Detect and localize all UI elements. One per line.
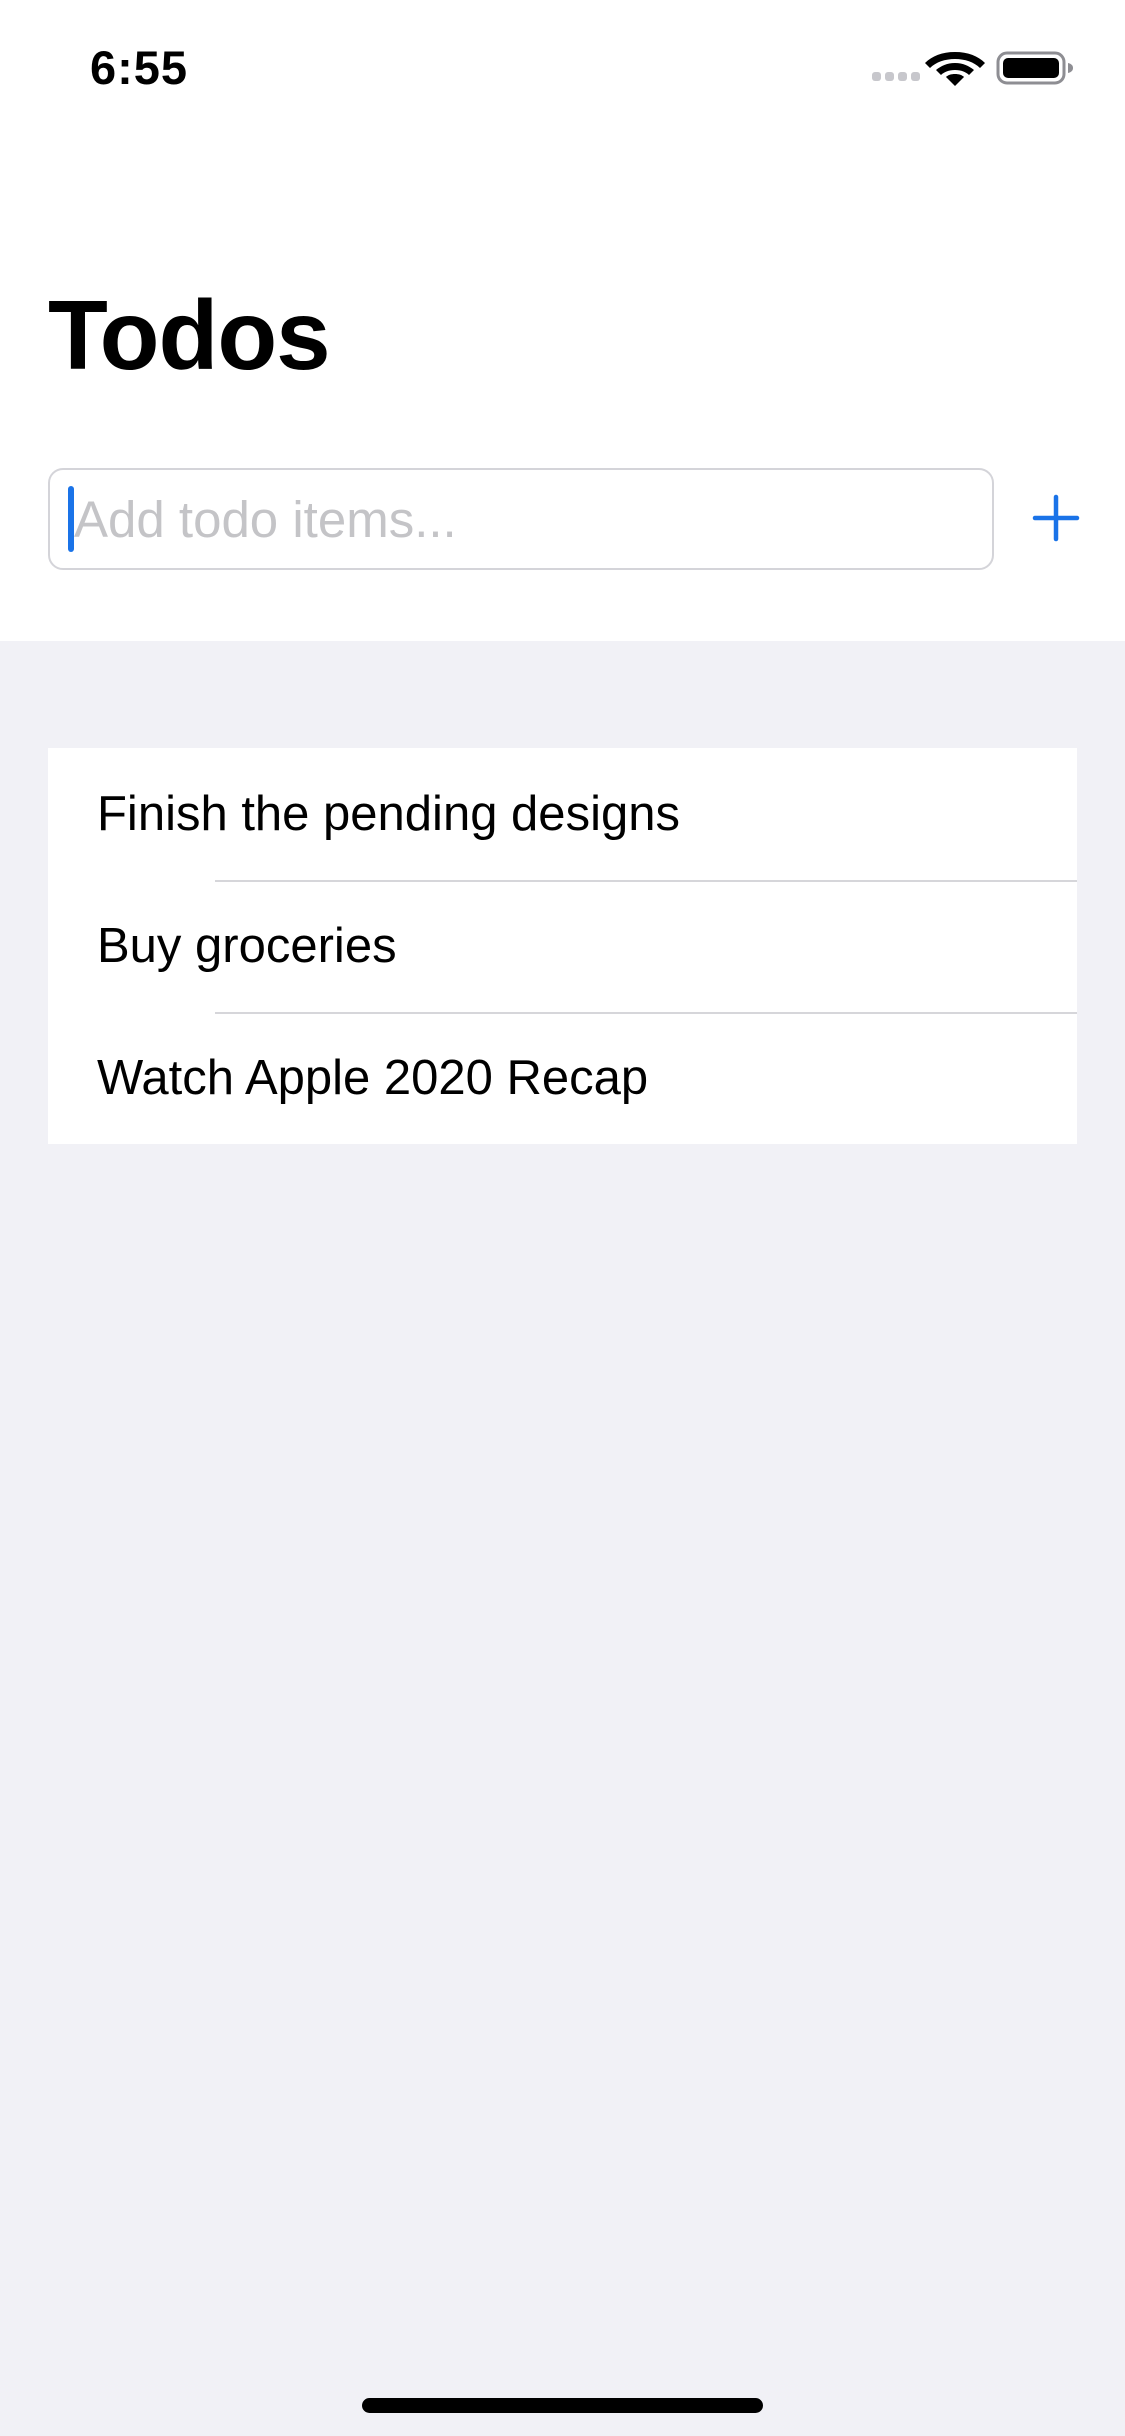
wifi-icon bbox=[925, 52, 985, 86]
status-bar-icons-svg bbox=[872, 51, 1073, 86]
add-todo-input[interactable] bbox=[48, 468, 994, 570]
todo-item-text: Buy groceries bbox=[97, 919, 397, 973]
signal-icon bbox=[872, 72, 920, 81]
battery-icon bbox=[996, 51, 1073, 85]
todo-item-text: Finish the pending designs bbox=[97, 787, 680, 841]
home-indicator bbox=[362, 2398, 763, 2413]
todo-item-text: Watch Apple 2020 Recap bbox=[97, 1051, 649, 1105]
todo-list: Finish the pending designs Buy groceries… bbox=[48, 748, 1077, 1144]
todo-item[interactable]: Buy groceries bbox=[48, 880, 1077, 1012]
plus-icon bbox=[1032, 494, 1080, 542]
status-bar-icons bbox=[872, 48, 1077, 88]
text-cursor bbox=[68, 486, 74, 552]
status-bar-time: 6:55 bbox=[90, 41, 189, 94]
todo-item[interactable]: Watch Apple 2020 Recap bbox=[48, 1012, 1077, 1144]
add-todo-button[interactable] bbox=[1026, 488, 1086, 548]
page-title: Todos bbox=[48, 280, 331, 390]
todo-item[interactable]: Finish the pending designs bbox=[48, 748, 1077, 880]
